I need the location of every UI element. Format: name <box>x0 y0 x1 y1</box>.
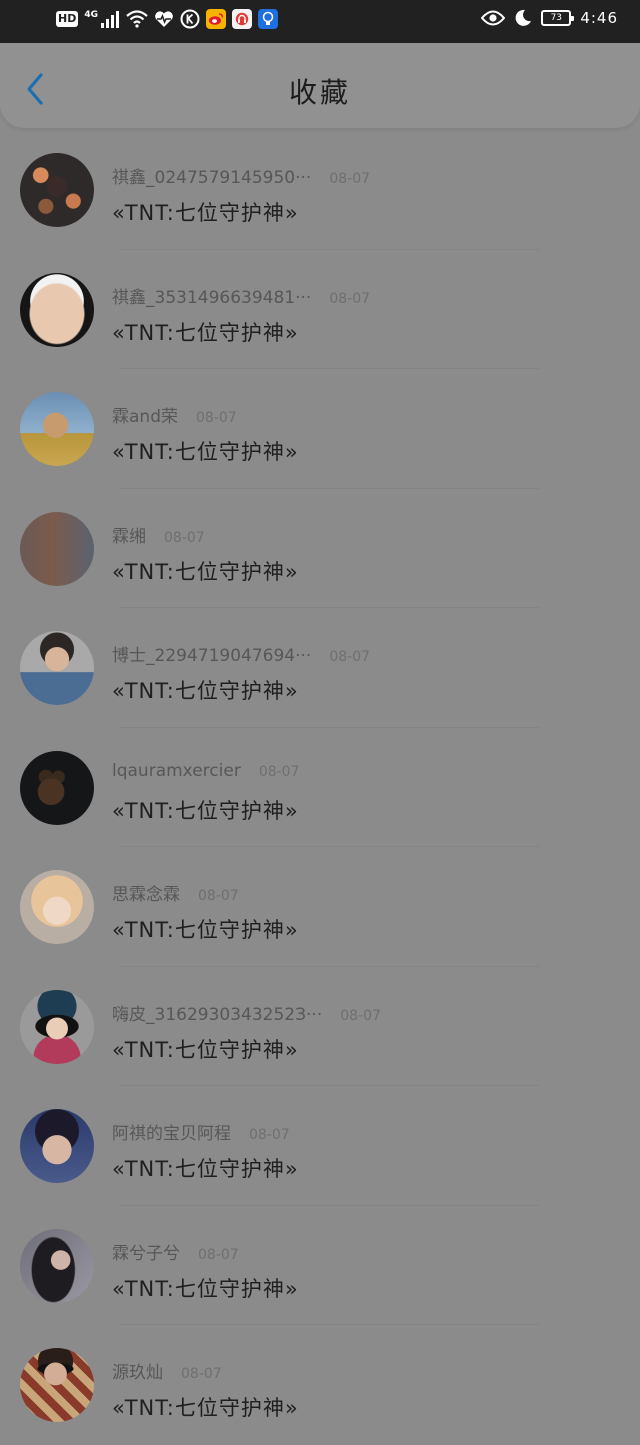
date: 08-07 <box>198 1246 239 1263</box>
list-item[interactable]: 博士_2294719047694··· 08-07 «TNT:七位守护神» <box>0 608 640 728</box>
favorite-title: «TNT:七位守护神» <box>112 320 299 345</box>
user-name: lqauramxercier 08-07 <box>112 761 300 781</box>
user-name-text: 思霖念霖 <box>112 885 180 905</box>
date: 08-07 <box>329 290 371 307</box>
user-name-text: 霖and荣 <box>112 407 178 427</box>
wifi-icon <box>126 10 148 28</box>
avatar[interactable] <box>20 870 94 944</box>
user-name: 祺鑫_0247579145950··· 08-07 <box>112 163 370 188</box>
user-name-text: 源玖灿 <box>112 1363 163 1383</box>
avatar[interactable] <box>20 1228 94 1303</box>
user-name: 祺鑫_3531496639481··· 08-07 <box>112 283 370 308</box>
favorite-title: «TNT:七位守护神» <box>112 1037 299 1062</box>
list-item[interactable]: 源玖灿 08-07 «TNT:七位守护神» <box>0 1325 640 1445</box>
list-item[interactable]: lqauramxercier 08-07 «TNT:七位守护神» <box>0 728 640 847</box>
list-item[interactable]: 霖缃 08-07 «TNT:七位守护神» <box>0 489 640 608</box>
podcast-icon <box>232 9 252 29</box>
user-name-text: 霖兮子兮 <box>112 1243 180 1264</box>
date: 08-07 <box>258 763 300 780</box>
hd-indicator: HD <box>56 11 79 27</box>
user-name: 博士_2294719047694··· 08-07 <box>112 641 370 666</box>
avatar[interactable] <box>20 750 94 825</box>
avatar[interactable] <box>20 153 94 227</box>
avatar[interactable] <box>20 989 94 1064</box>
favorite-title: «TNT:七位守护神» <box>112 1396 299 1420</box>
favorite-title: «TNT:七位守护神» <box>112 1276 299 1301</box>
user-name-text: 祺鑫_3531496639481··· <box>112 287 312 308</box>
header: 收藏 <box>0 43 640 128</box>
status-bar: HD 4G 73 4:46 <box>0 0 640 43</box>
date: 08-07 <box>195 410 237 426</box>
user-name: 嗨皮_3162930343252З··· 08-07 <box>112 1000 381 1025</box>
user-name-text: 祺鑫_0247579145950··· <box>112 168 312 188</box>
user-name-text: 博士_2294719047694··· <box>112 646 312 666</box>
favorite-title: «TNT:七位守护神» <box>112 1157 299 1181</box>
page-title: 收藏 <box>288 76 351 109</box>
user-name-text: 霖缃 <box>112 526 146 547</box>
user-name: 思霖念霖 08-07 <box>112 880 239 905</box>
favorite-title: «TNT:七位守护神» <box>112 201 299 225</box>
eye-icon <box>481 10 506 26</box>
list-item[interactable]: 霖兮子兮 08-07 «TNT:七位守护神» <box>0 1206 640 1325</box>
weibo-icon <box>206 9 226 29</box>
avatar[interactable] <box>20 1348 94 1422</box>
user-name: 霖兮子兮 08-07 <box>112 1239 239 1264</box>
list-item[interactable]: 祺鑫_3531496639481··· 08-07 «TNT:七位守护神» <box>0 250 640 369</box>
moon-icon <box>515 9 532 26</box>
date: 08-07 <box>329 171 371 187</box>
user-name: 源玖灿 08-07 <box>112 1358 222 1383</box>
status-left: HD 4G <box>56 9 278 29</box>
favorites-list: 祺鑫_0247579145950··· 08-07 «TNT:七位守护神» 祺鑫_… <box>0 130 640 1445</box>
list-item[interactable]: 阿祺的宝贝阿程 08-07 «TNT:七位守护神» <box>0 1086 640 1206</box>
k-app-icon <box>180 9 200 29</box>
date: 08-07 <box>198 888 239 904</box>
health-heart-icon <box>155 11 173 27</box>
favorite-title: «TNT:七位守护神» <box>112 918 299 942</box>
avatar[interactable] <box>20 511 94 586</box>
status-right: 73 4:46 <box>481 9 618 27</box>
favorite-title: «TNT:七位守护神» <box>112 798 299 823</box>
battery-level: 73 <box>550 13 563 23</box>
list-item[interactable]: 嗨皮_3162930343252З··· 08-07 «TNT:七位守护神» <box>0 967 640 1086</box>
favorite-title: «TNT:七位守护神» <box>112 679 299 703</box>
date: 08-07 <box>340 1007 381 1024</box>
user-name-text: 嗨皮_3162930343252З··· <box>112 1004 323 1025</box>
list-item[interactable]: 祺鑫_0247579145950··· 08-07 «TNT:七位守护神» <box>0 130 640 250</box>
date: 08-07 <box>249 1127 290 1143</box>
user-name-text: lqauramxercier <box>112 760 241 781</box>
list-item[interactable]: 思霖念霖 08-07 «TNT:七位守护神» <box>0 847 640 967</box>
signal-icon <box>101 11 119 28</box>
avatar[interactable] <box>20 392 94 466</box>
lightbulb-app-icon <box>258 9 278 29</box>
date: 08-07 <box>329 649 371 665</box>
network-type: 4G <box>84 10 98 20</box>
favorite-title: «TNT:七位守护神» <box>112 559 299 584</box>
date: 08-07 <box>164 529 205 546</box>
user-name-text: 阿祺的宝贝阿程 <box>112 1124 231 1144</box>
date: 08-07 <box>181 1366 222 1382</box>
list-item[interactable]: 霖and荣 08-07 «TNT:七位守护神» <box>0 369 640 489</box>
user-name: 霖缃 08-07 <box>112 522 205 547</box>
user-name: 霖and荣 08-07 <box>112 402 237 427</box>
avatar[interactable] <box>20 631 94 705</box>
avatar[interactable] <box>20 272 94 347</box>
battery-icon: 73 <box>541 10 575 26</box>
favorite-title: «TNT:七位守护神» <box>112 440 299 464</box>
clock: 4:46 <box>580 9 618 27</box>
user-name: 阿祺的宝贝阿程 08-07 <box>112 1119 290 1144</box>
avatar[interactable] <box>20 1109 94 1183</box>
